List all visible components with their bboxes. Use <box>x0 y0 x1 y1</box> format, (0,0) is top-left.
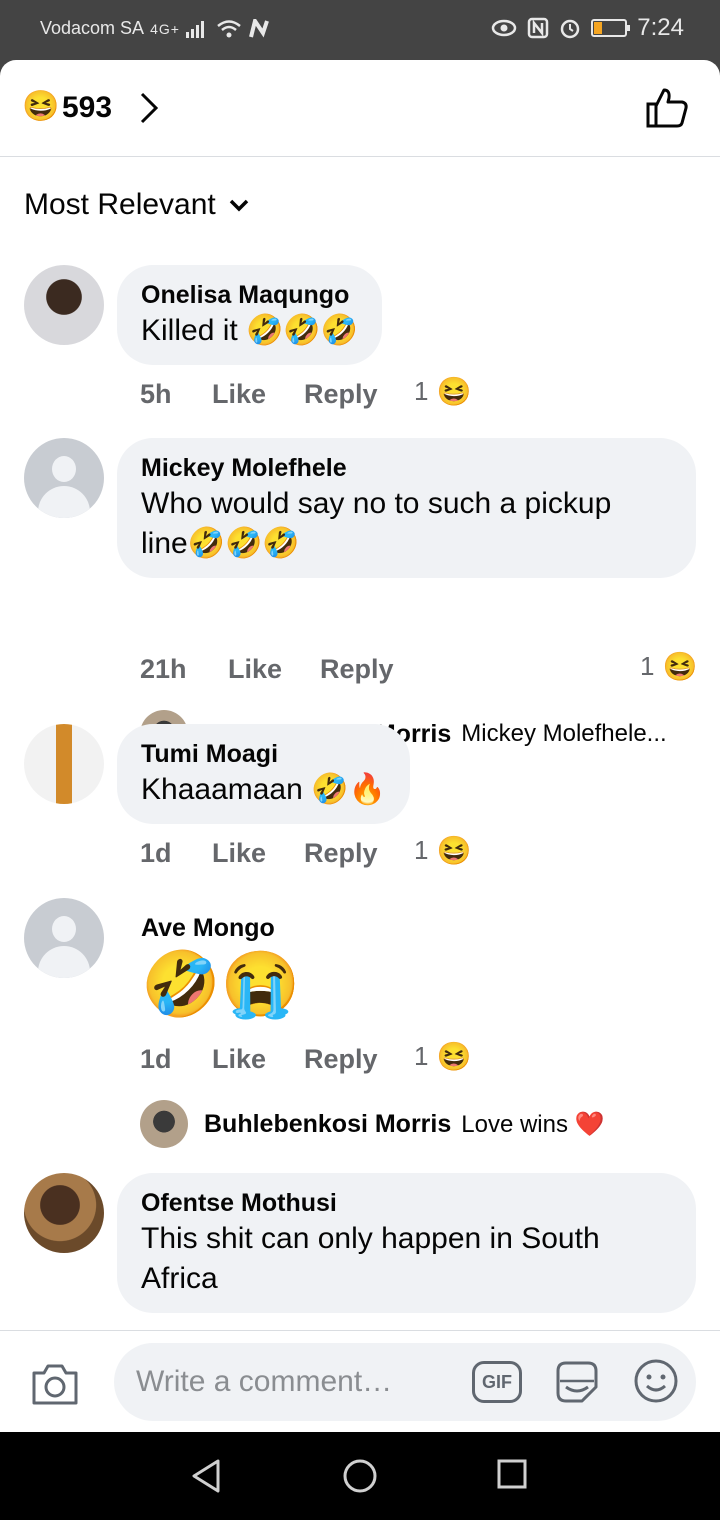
carrier-label: Vodacom SA <box>40 18 145 38</box>
status-bar: Vodacom SA 4G+ 7:24 <box>0 0 720 62</box>
avatar[interactable] <box>24 438 104 518</box>
battery-icon <box>591 19 631 37</box>
clock: 7:24 <box>637 14 684 41</box>
reply-text: Love wins ❤️ <box>461 1110 605 1138</box>
back-icon[interactable] <box>190 1458 222 1494</box>
comment-reactions[interactable]: 1 😆 <box>414 834 471 867</box>
reaction-count: 1 <box>414 835 429 865</box>
network-type: 4G+ <box>150 20 180 37</box>
avatar <box>140 1100 188 1148</box>
comment-time: 21h <box>140 654 187 684</box>
reply-author: Buhlebenkosi Morris <box>204 1109 452 1138</box>
comment-text-line: This shit can only happen in South <box>141 1222 600 1255</box>
haha-reaction-icon: 😆 <box>436 1041 472 1072</box>
comment-composer: GIF <box>0 1330 720 1432</box>
reaction-count: 1 <box>414 376 429 406</box>
sticker-icon[interactable] <box>552 1357 602 1407</box>
reaction-count: 1 <box>414 1041 429 1071</box>
comment-text-line: line🤣🤣🤣 <box>141 527 300 560</box>
navigation-bar <box>0 1432 720 1520</box>
like-link[interactable]: Like <box>212 838 304 869</box>
nfc-n-icon <box>248 18 269 38</box>
comment-text-line: Who would say no to such a pickup <box>141 487 612 520</box>
comment-reactions[interactable]: 1 😆 <box>414 1040 471 1073</box>
eye-comfort-icon <box>492 19 517 37</box>
reaction-count: 1 <box>640 651 655 681</box>
haha-reaction-icon: 😆 <box>662 651 698 682</box>
avatar[interactable] <box>24 1173 104 1253</box>
wifi-icon <box>217 19 241 37</box>
avatar[interactable] <box>24 724 104 804</box>
reply-preview[interactable]: Buhlebenkosi Morris Love wins ❤️ <box>140 1100 605 1148</box>
comment-bubble[interactable]: Tumi Moagi Khaaamaan 🤣🔥 <box>117 724 410 824</box>
thumbs-up-icon[interactable] <box>644 86 690 130</box>
sort-dropdown[interactable]: Most Relevant <box>24 188 250 222</box>
comment-author[interactable]: Mickey Molefhele <box>141 452 672 484</box>
reply-link[interactable]: Reply <box>320 654 394 685</box>
comment-bubble[interactable]: Ofentse Mothusi This shit can only happe… <box>117 1173 696 1313</box>
comment-actions: 5h Like Reply <box>140 379 378 410</box>
comment-bubble[interactable]: Mickey Molefhele Who would say no to suc… <box>117 438 696 578</box>
comment-time: 5h <box>140 379 172 409</box>
avatar[interactable] <box>24 898 104 978</box>
like-link[interactable]: Like <box>228 654 320 685</box>
reactions-header: 😆 593 <box>0 60 720 157</box>
comment-reactions[interactable]: 1 😆 <box>414 375 471 408</box>
reply-link[interactable]: Reply <box>304 838 378 869</box>
like-link[interactable]: Like <box>212 379 304 410</box>
comment-text: Khaaamaan 🤣🔥 <box>141 773 386 806</box>
camera-icon[interactable] <box>30 1361 80 1407</box>
comment-actions: 1d Like Reply <box>140 838 378 869</box>
gif-icon[interactable]: GIF <box>472 1361 522 1403</box>
comment-author[interactable]: Ave Mongo <box>141 912 300 944</box>
reaction-count[interactable]: 593 <box>62 91 112 125</box>
comment-emoji-text: 🤣😭 <box>141 948 301 1020</box>
comment-bubble[interactable]: Ave Mongo 🤣😭 <box>117 898 324 1038</box>
comment-time: 1d <box>140 1044 172 1074</box>
sort-label: Most Relevant <box>24 188 216 221</box>
nfc-icon <box>528 17 549 39</box>
haha-reaction-icon: 😆 <box>436 835 472 866</box>
comment-actions: 21h Like Reply <box>140 654 394 685</box>
comment-input[interactable] <box>114 1343 696 1421</box>
comment-reactions[interactable]: 1 😆 <box>640 650 697 683</box>
haha-reaction-icon: 😆 <box>22 90 60 123</box>
recents-icon[interactable] <box>496 1458 528 1490</box>
smiley-icon[interactable] <box>632 1357 680 1405</box>
comment-text: Killed it 🤣🤣🤣 <box>141 314 359 347</box>
like-link[interactable]: Like <box>212 1044 304 1075</box>
comment-bubble[interactable]: Onelisa Maqungo Killed it 🤣🤣🤣 <box>117 265 383 365</box>
avatar[interactable] <box>24 265 104 345</box>
comment-text-line: Africa <box>141 1262 218 1295</box>
comment-time: 1d <box>140 838 172 868</box>
chevron-right-icon[interactable] <box>136 90 164 126</box>
chevron-down-icon <box>229 199 248 212</box>
comment-author[interactable]: Onelisa Maqungo <box>141 279 358 311</box>
comment-author[interactable]: Tumi Moagi <box>141 738 386 770</box>
reply-text: Mickey Molefhele... <box>461 720 667 747</box>
reply-link[interactable]: Reply <box>304 1044 378 1075</box>
comments-sheet: 😆 593 Most Relevant Onelisa Maqungo Kill… <box>0 60 720 1432</box>
home-icon[interactable] <box>342 1458 378 1494</box>
alarm-icon <box>561 19 580 39</box>
haha-reaction-icon: 😆 <box>436 376 472 407</box>
comment-author[interactable]: Ofentse Mothusi <box>141 1187 672 1219</box>
reply-link[interactable]: Reply <box>304 379 378 410</box>
comment-actions: 1d Like Reply <box>140 1044 378 1075</box>
signal-icon <box>185 20 204 38</box>
